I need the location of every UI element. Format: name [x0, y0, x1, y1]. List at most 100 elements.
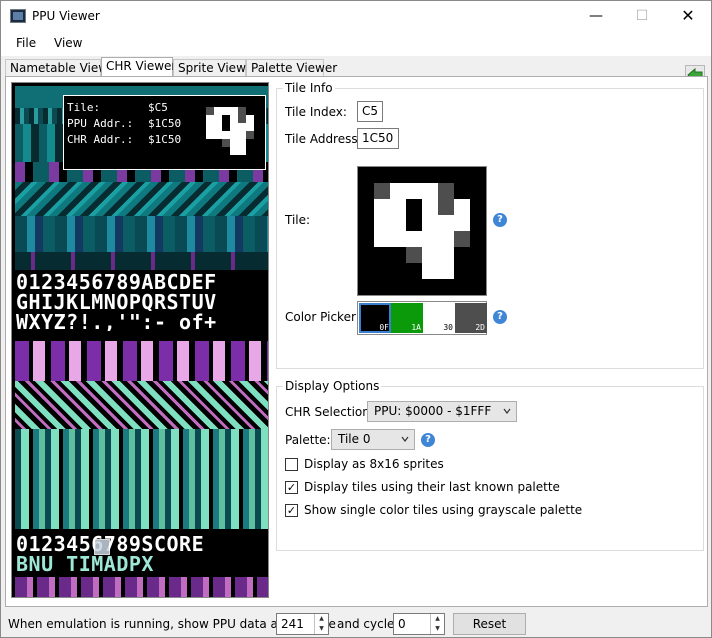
tile-pixel[interactable] — [422, 231, 438, 247]
tile-pixel[interactable] — [422, 183, 438, 199]
tile-pixel[interactable] — [454, 167, 470, 183]
tile-pixel[interactable] — [374, 167, 390, 183]
tile-pixel[interactable] — [374, 279, 390, 295]
scanline-spinner[interactable]: 241 ▲ ▼ — [276, 613, 329, 635]
tile-pixel[interactable] — [454, 215, 470, 231]
tile-help-icon[interactable]: ? — [493, 213, 507, 227]
palette-swatch-2[interactable]: 30 — [423, 303, 455, 333]
checkbox-last-known-palette[interactable]: ✓ Display tiles using their last known p… — [285, 480, 585, 497]
tile-pixel[interactable] — [422, 247, 438, 263]
tile-pixel[interactable] — [358, 183, 374, 199]
tile-pixel[interactable] — [358, 199, 374, 215]
tile-pixel[interactable] — [358, 279, 374, 295]
tile-pixel[interactable] — [470, 247, 486, 263]
menu-view[interactable]: View — [54, 36, 82, 50]
tile-pixel[interactable] — [358, 247, 374, 263]
chr-tile-view[interactable]: 0123456789ABCDEF GHIJKLMNOPQRSTUV WXYZ?!… — [11, 82, 269, 598]
tile-pixel[interactable] — [470, 215, 486, 231]
tile-pixel[interactable] — [454, 199, 470, 215]
tile-pixel[interactable] — [406, 279, 422, 295]
tile-pixel[interactable] — [390, 199, 406, 215]
tile-pixel[interactable] — [374, 231, 390, 247]
tile-pixel[interactable] — [438, 183, 454, 199]
tile-pixel[interactable] — [454, 263, 470, 279]
tile-pixel[interactable] — [454, 183, 470, 199]
title-bar[interactable]: PPU Viewer — ☐ ✕ — [1, 1, 711, 32]
tile-pixel[interactable] — [438, 231, 454, 247]
tile-pixel[interactable] — [390, 263, 406, 279]
checkbox-box[interactable]: ✓ — [285, 481, 298, 494]
tile-pixel[interactable] — [374, 247, 390, 263]
reset-button[interactable]: Reset — [453, 613, 526, 635]
tile-pixel[interactable] — [454, 279, 470, 295]
tile-pixel[interactable] — [358, 231, 374, 247]
tile-pixel[interactable] — [470, 279, 486, 295]
cycle-spinner[interactable]: 0 ▲ ▼ — [393, 613, 445, 635]
tile-pixel[interactable] — [390, 247, 406, 263]
spin-down-icon[interactable]: ▼ — [315, 624, 328, 634]
palette-swatch-1[interactable]: 1A — [391, 303, 423, 333]
checkbox-box[interactable]: ✓ — [285, 504, 298, 517]
tile-pixel[interactable] — [390, 279, 406, 295]
tile-pixel[interactable] — [406, 199, 422, 215]
palette-help-icon[interactable]: ? — [421, 433, 435, 447]
tile-pixel[interactable] — [358, 167, 374, 183]
tab-nametable-viewer[interactable]: Nametable Viewer — [5, 59, 120, 77]
chr-selection-dropdown[interactable]: PPU: $0000 - $1FFF — [367, 401, 517, 422]
tile-pixel[interactable] — [406, 215, 422, 231]
tile-pixel[interactable] — [438, 167, 454, 183]
tab-palette-viewer[interactable]: Palette Viewer — [246, 59, 337, 77]
tile-pixel[interactable] — [406, 247, 422, 263]
tile-pixel[interactable] — [438, 199, 454, 215]
tile-pixel[interactable] — [390, 183, 406, 199]
close-button[interactable]: ✕ — [665, 1, 711, 31]
chr-bank-bottom[interactable]: 0123456789SCORE BNU TIMADPX — [15, 341, 268, 597]
tile-pixel[interactable] — [406, 263, 422, 279]
tile-pixel[interactable] — [438, 263, 454, 279]
checkbox-grayscale-palette[interactable]: ✓ Show single color tiles using grayscal… — [285, 503, 585, 520]
tile-pixel[interactable] — [374, 215, 390, 231]
tile-pixel[interactable] — [422, 199, 438, 215]
checkbox-box[interactable] — [285, 458, 298, 471]
tile-pixel[interactable] — [470, 183, 486, 199]
palette-swatch-3[interactable]: 2D — [455, 303, 487, 333]
maximize-button[interactable]: ☐ — [619, 1, 665, 31]
tile-index-field[interactable]: C5 — [357, 101, 383, 122]
spin-up-icon[interactable]: ▲ — [315, 614, 328, 624]
tile-pixel[interactable] — [406, 183, 422, 199]
tile-pixel[interactable] — [422, 167, 438, 183]
tile-pixel[interactable] — [390, 167, 406, 183]
checkbox-8x16-sprites[interactable]: Display as 8x16 sprites — [285, 457, 585, 474]
tile-pixel[interactable] — [422, 279, 438, 295]
tile-pixel-grid[interactable] — [358, 167, 486, 295]
tab-chr-viewer[interactable]: CHR Viewer — [101, 57, 176, 78]
tile-pixel[interactable] — [470, 231, 486, 247]
tile-pixel[interactable] — [470, 263, 486, 279]
tile-pixel[interactable] — [470, 199, 486, 215]
tile-pixel[interactable] — [438, 215, 454, 231]
tile-editor[interactable] — [357, 166, 487, 296]
tile-pixel[interactable] — [374, 183, 390, 199]
tile-pixel[interactable] — [358, 215, 374, 231]
tile-pixel[interactable] — [470, 167, 486, 183]
tile-pixel[interactable] — [438, 279, 454, 295]
tile-pixel[interactable] — [390, 231, 406, 247]
tile-pixel[interactable] — [422, 263, 438, 279]
color-picker-help-icon[interactable]: ? — [493, 310, 507, 324]
tile-pixel[interactable] — [438, 247, 454, 263]
tile-pixel[interactable] — [358, 263, 374, 279]
tile-pixel[interactable] — [374, 199, 390, 215]
tile-pixel[interactable] — [454, 247, 470, 263]
tile-pixel[interactable] — [422, 215, 438, 231]
palette-dropdown[interactable]: Tile 0 — [331, 429, 415, 450]
color-picker[interactable]: 0F 1A 30 2D — [357, 301, 487, 335]
menu-file[interactable]: File — [16, 36, 36, 50]
tile-pixel[interactable] — [406, 231, 422, 247]
tile-pixel[interactable] — [406, 167, 422, 183]
spin-up-icon[interactable]: ▲ — [431, 614, 444, 624]
tile-address-field[interactable]: 1C50 — [357, 128, 399, 149]
tile-pixel[interactable] — [390, 215, 406, 231]
tab-sprite-viewer[interactable]: Sprite Viewer — [173, 59, 258, 77]
minimize-button[interactable]: — — [573, 1, 619, 31]
tile-pixel[interactable] — [374, 263, 390, 279]
